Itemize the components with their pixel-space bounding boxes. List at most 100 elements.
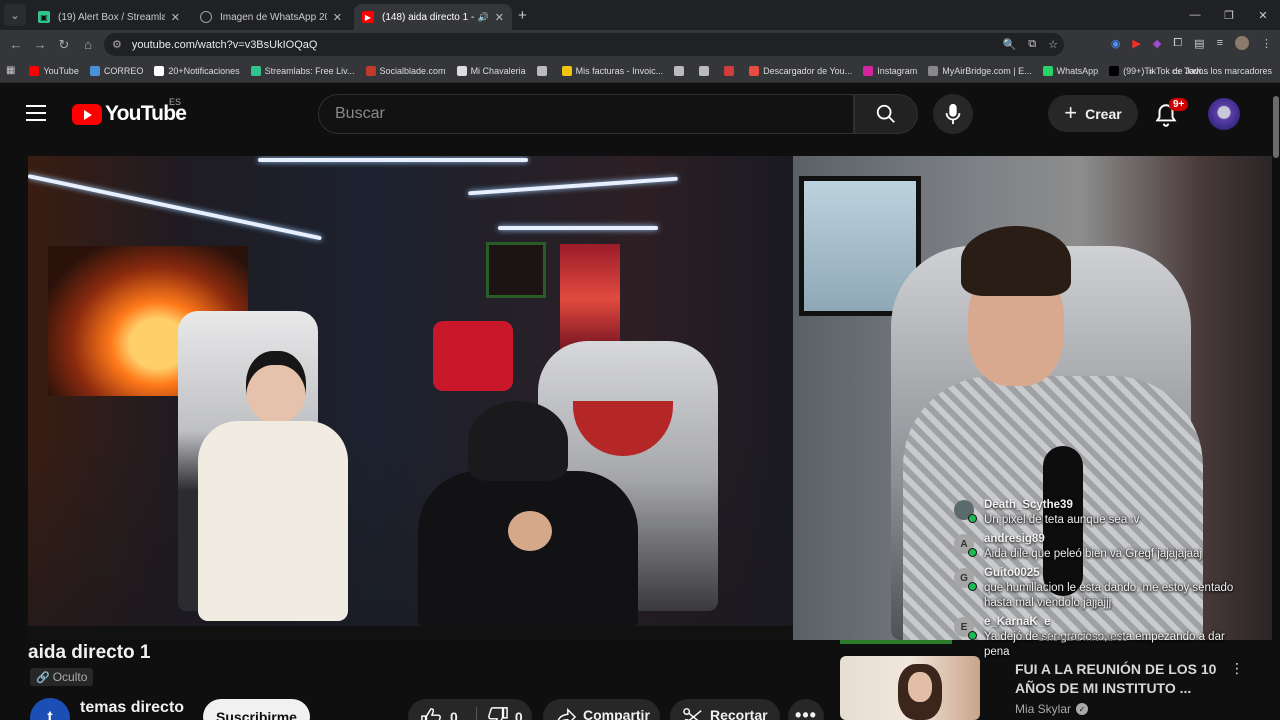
video-scene-room bbox=[28, 156, 793, 626]
chat-avatar: A bbox=[954, 534, 977, 557]
bookmark-item[interactable] bbox=[699, 65, 713, 76]
bookmark-favicon-icon bbox=[250, 65, 261, 76]
close-tab-icon[interactable]: ✕ bbox=[495, 11, 504, 24]
bookmark-item[interactable]: WhatsApp bbox=[1042, 65, 1098, 76]
bookmark-favicon-icon bbox=[1109, 65, 1120, 76]
back-icon[interactable]: ← bbox=[4, 37, 28, 52]
chevron-right-icon[interactable]: » bbox=[1148, 66, 1153, 76]
bookmark-favicon-icon bbox=[561, 65, 572, 76]
bookmark-item[interactable]: Mi Chavaleria bbox=[456, 65, 526, 76]
bookmark-item[interactable]: Socialblade.com bbox=[365, 65, 446, 76]
bookmark-label: MyAirBridge.com | E... bbox=[942, 65, 1032, 76]
bookmark-item[interactable]: YouTube bbox=[29, 65, 79, 76]
close-tab-icon[interactable]: ✕ bbox=[333, 11, 342, 24]
share-label: Compartir bbox=[583, 707, 650, 720]
site-info-icon[interactable]: ⚙ bbox=[112, 38, 122, 51]
bookmark-favicon-icon bbox=[456, 65, 467, 76]
search-input[interactable]: Buscar bbox=[318, 94, 854, 134]
puzzle-icon[interactable]: ⧠ bbox=[1173, 37, 1182, 50]
bookmark-item[interactable] bbox=[724, 65, 738, 76]
thumbs-down-icon bbox=[487, 707, 508, 720]
youtube-logo[interactable]: YouTube ES bbox=[72, 97, 187, 126]
recommended-video[interactable]: FUI A LA REUNIÓN DE LOS 10 AÑOS DE MI IN… bbox=[840, 656, 1260, 720]
cast-icon[interactable]: ⧉ bbox=[1028, 38, 1036, 51]
account-avatar[interactable] bbox=[1208, 98, 1240, 130]
bookmark-star-icon[interactable]: ☆ bbox=[1048, 38, 1058, 51]
folder-icon: ▭ bbox=[1171, 65, 1180, 76]
bookmark-favicon-icon bbox=[699, 65, 710, 76]
apps-grid-icon[interactable]: ▦ bbox=[6, 65, 15, 76]
chat-message: G Guito0025 que humillacion le esta dand… bbox=[950, 566, 1250, 611]
shield-icon[interactable]: ◆ bbox=[1153, 37, 1161, 50]
extensions-menu-icon[interactable]: ▤ bbox=[1194, 37, 1204, 50]
reload-icon[interactable]: ↻ bbox=[52, 37, 76, 53]
bookmark-item[interactable]: Descargador de You... bbox=[749, 65, 852, 76]
create-button[interactable]: + Crear bbox=[1048, 95, 1138, 132]
tab-title: Imagen de WhatsApp 2026-01 bbox=[220, 11, 327, 23]
wall-tv bbox=[486, 242, 546, 298]
bookmark-label: 20+Notificaciones bbox=[168, 65, 240, 76]
browser-tab-1[interactable]: ▣ (19) Alert Box / Streamlabs ✕ bbox=[30, 4, 188, 30]
channel-name[interactable]: temas directo bbox=[80, 699, 184, 717]
menu-icon[interactable] bbox=[26, 105, 46, 121]
bookmark-item[interactable] bbox=[536, 65, 551, 76]
video-thumbnail[interactable] bbox=[840, 656, 980, 720]
reading-list-icon[interactable]: ≡ bbox=[1217, 37, 1223, 49]
minimize-icon[interactable]: — bbox=[1178, 9, 1212, 21]
subscribe-button[interactable]: Suscribirme bbox=[203, 699, 310, 720]
tab-search-icon[interactable]: ⌄ bbox=[4, 4, 26, 26]
search-icon bbox=[876, 104, 895, 123]
bookmark-item[interactable]: Streamlabs: Free Liv... bbox=[250, 65, 355, 76]
dislike-button[interactable]: 0 bbox=[487, 707, 532, 720]
bookmark-label: CORREO bbox=[103, 65, 144, 76]
forward-icon[interactable]: → bbox=[28, 37, 52, 52]
globe-icon bbox=[200, 11, 212, 23]
recommended-title[interactable]: FUI A LA REUNIÓN DE LOS 10 AÑOS DE MI IN… bbox=[1015, 660, 1225, 698]
browser-tab-2[interactable]: Imagen de WhatsApp 2026-01 ✕ bbox=[192, 4, 350, 30]
scissors-icon bbox=[683, 708, 702, 720]
video-title: aida directo 1 bbox=[28, 642, 151, 663]
more-actions-button[interactable]: ••• bbox=[788, 699, 824, 720]
thumbs-up-icon bbox=[421, 708, 441, 720]
menu-kebab-icon[interactable]: ⋮ bbox=[1261, 37, 1272, 50]
profile-avatar[interactable] bbox=[1235, 36, 1249, 50]
all-bookmarks[interactable]: » ▭ Todos los marcadores bbox=[1148, 59, 1272, 83]
bookmark-label: Mi Chavaleria bbox=[470, 65, 526, 76]
bookmark-favicon-icon bbox=[154, 65, 165, 76]
home-icon[interactable]: ⌂ bbox=[76, 37, 100, 52]
like-dislike-group: 0 0 bbox=[408, 699, 532, 720]
clip-button[interactable]: Recortar bbox=[670, 699, 780, 720]
bookmark-item[interactable]: CORREO bbox=[89, 65, 144, 76]
video-options-icon[interactable]: ⋮ bbox=[1230, 660, 1244, 677]
country-code: ES bbox=[169, 97, 182, 107]
audio-icon[interactable]: 🔊 bbox=[478, 12, 489, 23]
bookmark-item[interactable]: Instagram bbox=[863, 65, 917, 76]
bookmark-item[interactable]: Mis facturas - Invoic... bbox=[561, 65, 663, 76]
address-bar[interactable]: ⚙ youtube.com/watch?v=v3BsUkIOQaQ 🔍 ⧉ ☆ bbox=[104, 33, 1064, 56]
bookmark-favicon-icon bbox=[863, 65, 874, 76]
restore-icon[interactable]: ❐ bbox=[1212, 9, 1246, 22]
bookmark-favicon-icon bbox=[1042, 65, 1053, 76]
like-button[interactable]: 0 bbox=[420, 707, 476, 720]
new-tab-icon[interactable]: + bbox=[518, 7, 527, 24]
extension-icon[interactable]: ◉ bbox=[1111, 37, 1121, 50]
create-label: Crear bbox=[1085, 105, 1122, 122]
close-tab-icon[interactable]: ✕ bbox=[171, 11, 180, 24]
share-button[interactable]: Compartir bbox=[543, 699, 660, 720]
recommended-channel[interactable]: Mia Skylar ✓ bbox=[1015, 702, 1089, 716]
search-button[interactable] bbox=[854, 94, 918, 134]
voice-search-button[interactable] bbox=[933, 94, 973, 134]
close-window-icon[interactable]: ✕ bbox=[1246, 9, 1280, 22]
page-scrollbar[interactable] bbox=[1272, 84, 1280, 720]
plus-icon: + bbox=[1064, 99, 1078, 125]
bookmark-item[interactable]: 20+Notificaciones bbox=[154, 65, 240, 76]
scrollbar-thumb[interactable] bbox=[1273, 96, 1279, 158]
browser-tab-3[interactable]: ▶ (148) aida directo 1 - YouTu 🔊 ✕ bbox=[354, 4, 512, 30]
channel-avatar[interactable]: t bbox=[30, 698, 70, 720]
zoom-icon[interactable]: 🔍 bbox=[1003, 38, 1017, 51]
bookmark-item[interactable]: MyAirBridge.com | E... bbox=[928, 65, 1032, 76]
youtube-ext-icon[interactable]: ▶ bbox=[1132, 37, 1140, 50]
chat-avatar bbox=[954, 500, 977, 523]
browser-toolbar: ← → ↻ ⌂ ⚙ youtube.com/watch?v=v3BsUkIOQa… bbox=[0, 30, 1280, 59]
bookmark-item[interactable] bbox=[674, 65, 688, 76]
